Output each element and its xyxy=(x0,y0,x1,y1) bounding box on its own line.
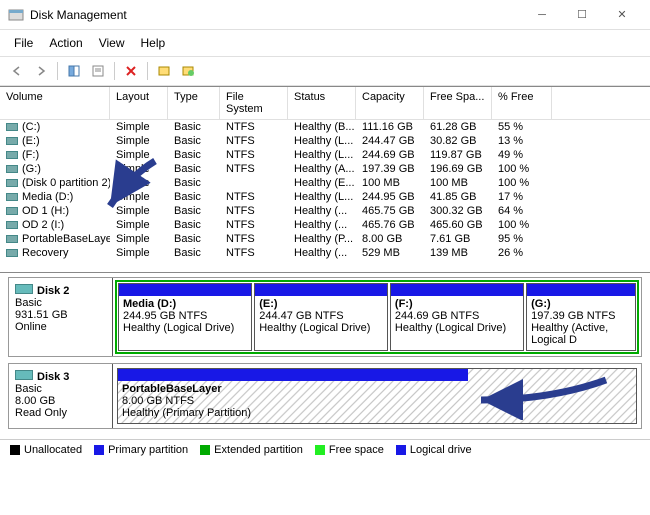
volume-icon xyxy=(6,165,18,173)
menu-file[interactable]: File xyxy=(6,32,41,54)
col-type[interactable]: Type xyxy=(168,87,220,119)
col-capacity[interactable]: Capacity xyxy=(356,87,424,119)
volume-list-header: Volume Layout Type File System Status Ca… xyxy=(0,87,650,120)
extended-partition: Media (D:) 244.95 GB NTFS Healthy (Logic… xyxy=(115,280,639,354)
volume-icon xyxy=(6,249,18,257)
menu-view[interactable]: View xyxy=(91,32,133,54)
volume-icon xyxy=(6,123,18,131)
disk-row-2[interactable]: Disk 2 Basic 931.51 GB Online Media (D:)… xyxy=(8,277,642,357)
disk-row-3[interactable]: Disk 3 Basic 8.00 GB Read Only PortableB… xyxy=(8,363,642,429)
volume-icon xyxy=(6,207,18,215)
volume-row[interactable]: (C:)SimpleBasicNTFSHealthy (B...111.16 G… xyxy=(0,120,650,134)
partition-portablebaselayer[interactable]: PortableBaseLayer 8.00 GB NTFS Healthy (… xyxy=(117,368,637,424)
partition-g[interactable]: (G:) 197.39 GB NTFS Healthy (Active, Log… xyxy=(526,283,636,351)
volume-row[interactable]: RecoverySimpleBasicNTFSHealthy (...529 M… xyxy=(0,246,650,260)
delete-button[interactable] xyxy=(120,60,142,82)
volume-row[interactable]: (F:)SimpleBasicNTFSHealthy (L...244.69 G… xyxy=(0,148,650,162)
volume-list: Volume Layout Type File System Status Ca… xyxy=(0,86,650,260)
disk-label-3: Disk 3 Basic 8.00 GB Read Only xyxy=(9,364,113,428)
legend-unallocated: Unallocated xyxy=(24,444,82,456)
toolbar xyxy=(0,56,650,86)
volume-icon xyxy=(6,221,18,229)
volume-icon xyxy=(6,137,18,145)
legend: Unallocated Primary partition Extended p… xyxy=(0,439,650,460)
col-freespace[interactable]: Free Spa... xyxy=(424,87,492,119)
volume-row[interactable]: (E:)SimpleBasicNTFSHealthy (L...244.47 G… xyxy=(0,134,650,148)
refresh-button[interactable] xyxy=(63,60,85,82)
forward-button[interactable] xyxy=(30,60,52,82)
col-filesystem[interactable]: File System xyxy=(220,87,288,119)
disk-icon xyxy=(15,284,33,294)
app-icon xyxy=(8,7,24,23)
volume-icon xyxy=(6,193,18,201)
volume-row[interactable]: Media (D:)SimpleBasicNTFSHealthy (L...24… xyxy=(0,190,650,204)
volume-icon xyxy=(6,179,18,187)
partition-media-d[interactable]: Media (D:) 244.95 GB NTFS Healthy (Logic… xyxy=(118,283,252,351)
volume-icon xyxy=(6,151,18,159)
partition-e[interactable]: (E:) 244.47 GB NTFS Healthy (Logical Dri… xyxy=(254,283,388,351)
volume-row[interactable]: OD 2 (I:)SimpleBasicNTFSHealthy (...465.… xyxy=(0,218,650,232)
col-pctfree[interactable]: % Free xyxy=(492,87,552,119)
col-layout[interactable]: Layout xyxy=(110,87,168,119)
legend-primary: Primary partition xyxy=(108,444,188,456)
disk-label-2: Disk 2 Basic 931.51 GB Online xyxy=(9,278,113,356)
disk-icon xyxy=(15,370,33,380)
legend-extended: Extended partition xyxy=(214,444,303,456)
properties-button[interactable] xyxy=(87,60,109,82)
minimize-button[interactable]: ─ xyxy=(522,2,562,28)
volume-row[interactable]: (Disk 0 partition 2)SimpleBasicHealthy (… xyxy=(0,176,650,190)
col-status[interactable]: Status xyxy=(288,87,356,119)
maximize-button[interactable]: ☐ xyxy=(562,2,602,28)
menu-action[interactable]: Action xyxy=(41,32,90,54)
legend-free: Free space xyxy=(329,444,384,456)
menu-help[interactable]: Help xyxy=(133,32,174,54)
new-volume-button[interactable] xyxy=(153,60,175,82)
title-bar: Disk Management ─ ☐ ✕ xyxy=(0,0,650,30)
volume-row[interactable]: (G:)SimpleBasicNTFSHealthy (A...197.39 G… xyxy=(0,162,650,176)
help-button[interactable] xyxy=(177,60,199,82)
window-title: Disk Management xyxy=(30,8,522,22)
close-button[interactable]: ✕ xyxy=(602,2,642,28)
legend-logical: Logical drive xyxy=(410,444,472,456)
menu-bar: File Action View Help xyxy=(0,30,650,56)
volume-row[interactable]: PortableBaseLayerSimpleBasicNTFSHealthy … xyxy=(0,232,650,246)
graphical-view: Disk 2 Basic 931.51 GB Online Media (D:)… xyxy=(0,272,650,439)
volume-row[interactable]: OD 1 (H:)SimpleBasicNTFSHealthy (...465.… xyxy=(0,204,650,218)
back-button[interactable] xyxy=(6,60,28,82)
col-volume[interactable]: Volume xyxy=(0,87,110,119)
volume-icon xyxy=(6,235,18,243)
partition-f[interactable]: (F:) 244.69 GB NTFS Healthy (Logical Dri… xyxy=(390,283,524,351)
